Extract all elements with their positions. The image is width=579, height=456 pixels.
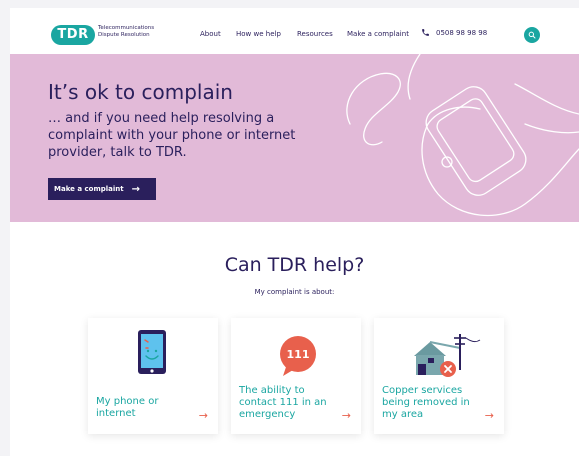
speech-bubble-111-icon: 111: [280, 336, 316, 376]
card-label: My phone or internet: [96, 396, 159, 419]
section-title: Can TDR help?: [224, 254, 365, 276]
make-complaint-button-label: Make a complaint: [54, 185, 124, 193]
search-button[interactable]: [524, 27, 540, 43]
badge-111: 111: [287, 348, 310, 361]
logo-subtitle-line-2: Dispute Resolution: [98, 32, 150, 38]
arrow-right-icon: →: [341, 409, 351, 422]
make-complaint-button[interactable]: Make a complaint →: [48, 178, 156, 200]
hero-banner: It’s ok to complain … and if you need he…: [10, 54, 579, 222]
card-label: Copper services being removed in my area: [382, 385, 470, 420]
phone-smile-icon: [138, 330, 166, 374]
page: TDR Telecommunications Dispute Resolutio…: [10, 8, 579, 456]
phone-link[interactable]: 0508 98 98 98: [421, 28, 487, 37]
card-label: The ability to contact 111 in an emergen…: [239, 385, 327, 420]
nav-resources[interactable]: Resources: [297, 30, 333, 38]
hand-phone-illustration: [346, 54, 579, 217]
house-power-pole-icon: [414, 334, 481, 377]
card-phone-internet[interactable]: My phone or internet →: [88, 318, 218, 434]
logo-subtitle-line-1: Telecommunications: [98, 25, 155, 31]
hero-title: It’s ok to complain: [48, 80, 233, 104]
nav-make-a-complaint[interactable]: Make a complaint: [347, 30, 409, 38]
nav-how-we-help[interactable]: How we help: [236, 30, 281, 38]
card-emergency-111[interactable]: 111 The ability to contact 111 in an eme…: [231, 318, 361, 434]
section-subtitle: My complaint is about:: [254, 288, 335, 296]
arrow-right-icon: →: [198, 409, 208, 422]
site-header: TDR Telecommunications Dispute Resolutio…: [10, 8, 579, 54]
arrow-right-icon: →: [484, 409, 494, 422]
tdr-logo[interactable]: TDR: [51, 25, 95, 45]
logo-subtitle: Telecommunications Dispute Resolution: [98, 25, 168, 39]
phone-number: 0508 98 98 98: [436, 28, 488, 37]
search-icon: [528, 31, 536, 39]
card-copper-services[interactable]: Copper services being removed in my area…: [374, 318, 504, 434]
nav-about[interactable]: About: [200, 30, 221, 38]
phone-icon: [422, 29, 429, 36]
arrow-right-icon: →: [131, 183, 141, 195]
hero-subtitle: … and if you need help resolving a compl…: [48, 111, 296, 160]
